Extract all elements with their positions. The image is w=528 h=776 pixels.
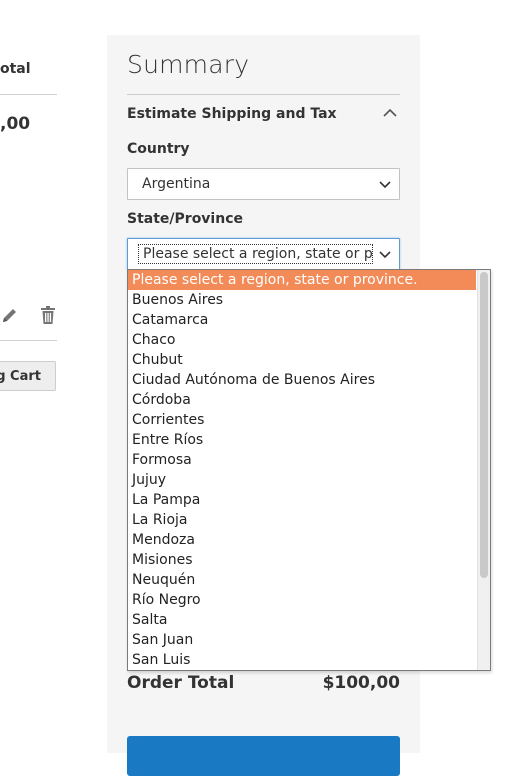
order-total-value: $100,00: [322, 673, 400, 693]
dropdown-option[interactable]: La Rioja: [128, 510, 476, 530]
dropdown-option[interactable]: Ciudad Autónoma de Buenos Aires: [128, 370, 476, 390]
scrollbar-thumb[interactable]: [480, 272, 488, 578]
country-select[interactable]: Argentina: [127, 168, 400, 200]
summary-title: Summary: [127, 50, 250, 79]
dropdown-option[interactable]: Catamarca: [128, 310, 476, 330]
proceed-to-checkout-button[interactable]: [127, 736, 400, 776]
dropdown-option[interactable]: Jujuy: [128, 470, 476, 490]
dropdown-option[interactable]: Buenos Aires: [128, 290, 476, 310]
order-total-label: Order Total: [127, 673, 235, 693]
country-label: Country: [127, 141, 190, 157]
dropdown-scrollbar[interactable]: [477, 270, 490, 670]
dropdown-option[interactable]: Entre Ríos: [128, 430, 476, 450]
state-select-value: Please select a region, state or pro: [138, 244, 373, 264]
dropdown-option[interactable]: Salta: [128, 610, 476, 630]
dropdown-option[interactable]: Chaco: [128, 330, 476, 350]
dropdown-option[interactable]: La Pampa: [128, 490, 476, 510]
state-dropdown-list[interactable]: Please select a region, state or provinc…: [127, 269, 491, 671]
update-cart-label: g Cart: [0, 369, 41, 384]
update-shopping-cart-button[interactable]: g Cart: [0, 361, 56, 391]
divider: [0, 340, 57, 341]
item-subtotal-price: ,00: [0, 114, 31, 134]
divider: [0, 94, 57, 95]
dropdown-option[interactable]: Neuquén: [128, 570, 476, 590]
chevron-up-icon[interactable]: [383, 108, 397, 118]
chevron-down-icon: [379, 251, 391, 259]
dropdown-option[interactable]: Chubut: [128, 350, 476, 370]
country-select-value: Argentina: [142, 176, 211, 192]
subtotal-column-header: otal: [0, 61, 31, 77]
state-province-label: State/Province: [127, 211, 243, 227]
dropdown-option[interactable]: Corrientes: [128, 410, 476, 430]
chevron-down-icon: [379, 181, 391, 189]
estimate-shipping-toggle[interactable]: Estimate Shipping and Tax: [127, 106, 337, 122]
dropdown-option[interactable]: Mendoza: [128, 530, 476, 550]
pencil-icon[interactable]: [0, 307, 18, 325]
dropdown-option[interactable]: Misiones: [128, 550, 476, 570]
dropdown-option[interactable]: Córdoba: [128, 390, 476, 410]
dropdown-options: Please select a region, state or provinc…: [128, 270, 476, 670]
divider: [127, 94, 400, 95]
dropdown-option[interactable]: Please select a region, state or provinc…: [128, 270, 476, 290]
dropdown-option[interactable]: San Luis: [128, 650, 476, 670]
trash-icon[interactable]: [40, 306, 56, 324]
cart-items-column: otal ,00 g Cart: [0, 0, 60, 753]
dropdown-option[interactable]: Formosa: [128, 450, 476, 470]
dropdown-option[interactable]: Río Negro: [128, 590, 476, 610]
dropdown-option[interactable]: San Juan: [128, 630, 476, 650]
state-province-select[interactable]: Please select a region, state or pro: [127, 238, 400, 270]
